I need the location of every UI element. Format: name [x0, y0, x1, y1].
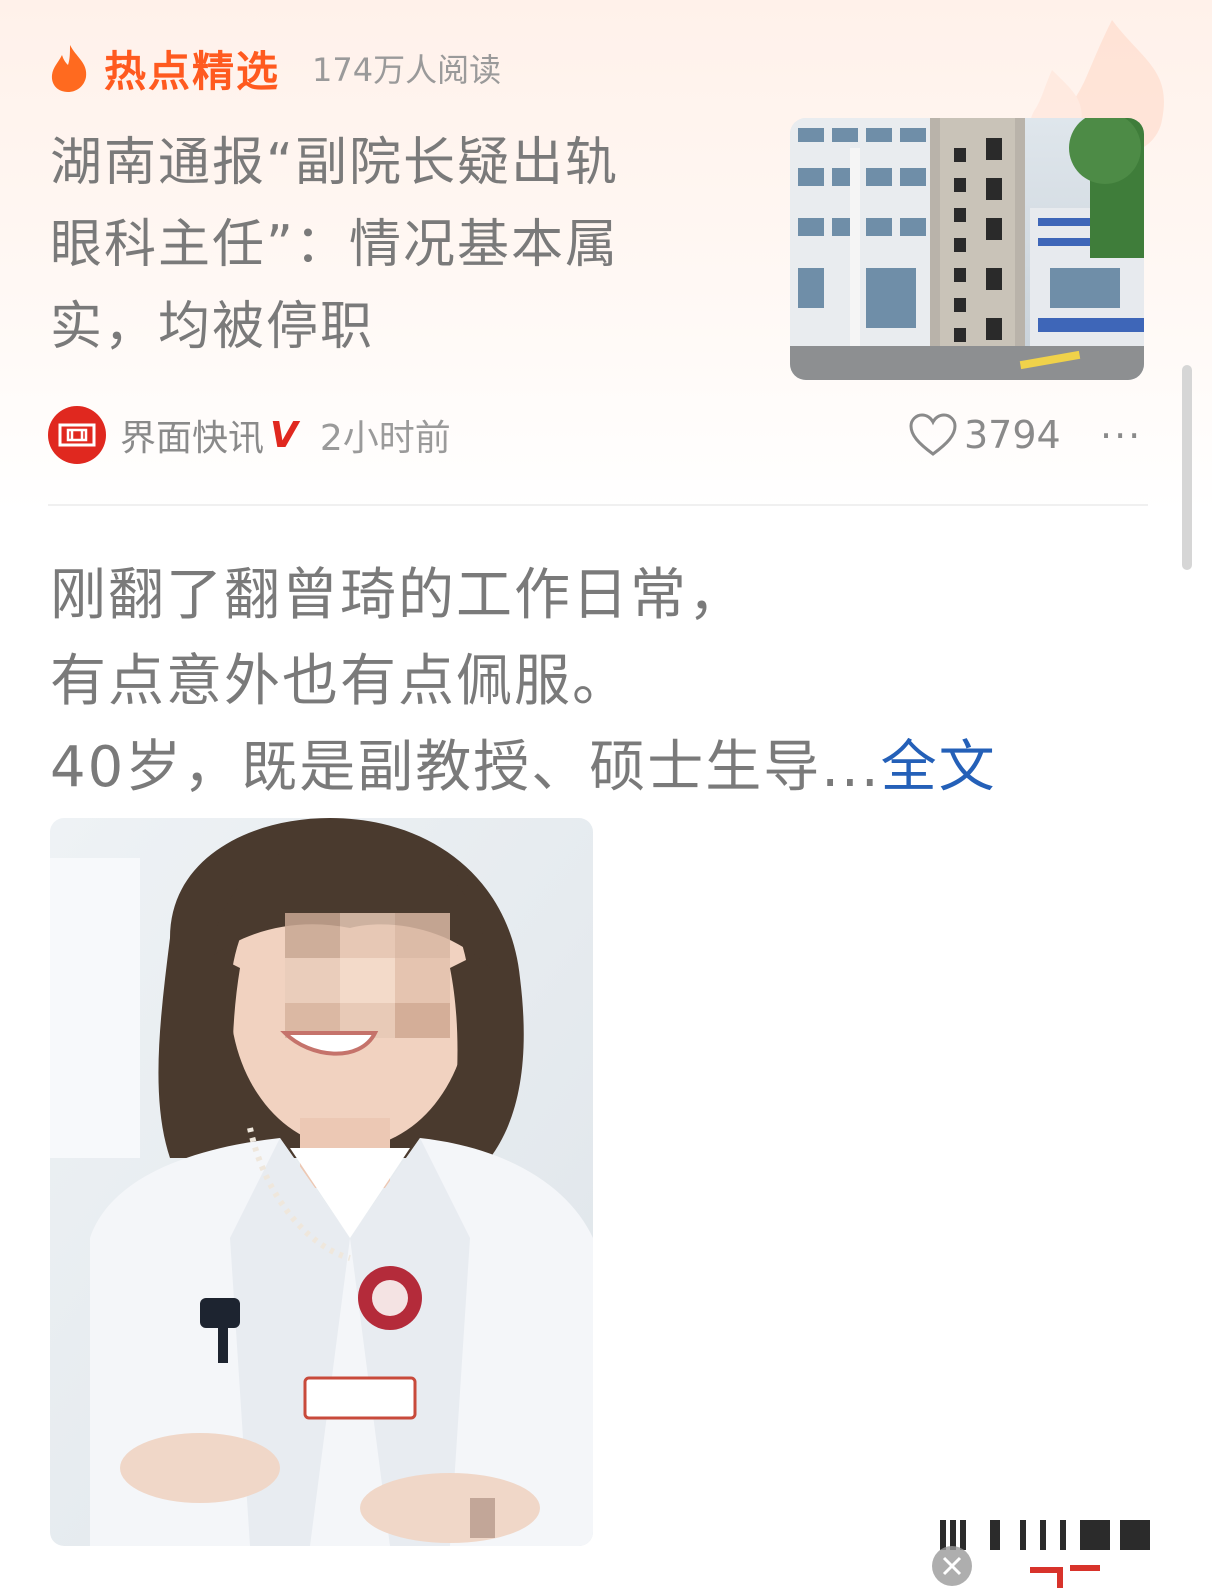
jiemian-logo-icon [58, 423, 96, 447]
news-headline[interactable]: 湖南通报“副院长疑出轨 眼科主任”：情况基本属 实，均被停职 [50, 122, 730, 368]
post-photo[interactable] [50, 818, 593, 1546]
more-options-icon[interactable]: ··· [1100, 414, 1142, 458]
post-line: 有点意外也有点佩服。 [50, 649, 630, 714]
headline-line: 眼科主任”：情况基本属 [50, 215, 619, 275]
hot-section-title: 热点精选 [104, 46, 281, 96]
heart-icon [909, 413, 957, 456]
news-meta-row: 界面快讯 V 2小时前 3794 ··· [48, 404, 1148, 466]
like-button[interactable]: 3794 [908, 404, 1061, 466]
like-count: 3794 [964, 413, 1061, 457]
full-text-link[interactable]: 全文 [881, 735, 997, 800]
headline-line: 湖南通报“副院长疑出轨 [50, 133, 619, 193]
post-line-text: 40岁，既是副教授、硕士生导... [50, 735, 881, 800]
source-name[interactable]: 界面快讯 [120, 409, 264, 461]
headline-line: 实，均被停职 [50, 297, 375, 357]
divider [48, 504, 1148, 506]
watermark-logo [932, 1520, 1150, 1588]
news-thumbnail[interactable] [790, 118, 1144, 380]
hot-header: 热点精选 174万人阅读 [48, 40, 501, 96]
source-logo[interactable] [48, 406, 106, 464]
hospital-building-image [790, 118, 1144, 380]
verified-badge: V [270, 414, 298, 456]
post-line-last: 40岁，既是副教授、硕士生导...全文 [50, 725, 1160, 811]
hot-picks-card[interactable]: 热点精选 174万人阅读 湖南通报“副院长疑出轨 眼科主任”：情况基本属 实，均… [0, 0, 1212, 512]
post-line: 刚翻了翻曾琦的工作日常， [50, 563, 746, 628]
doctor-portrait-image [50, 818, 593, 1546]
flame-icon [51, 45, 87, 92]
post-body[interactable]: 刚翻了翻曾琦的工作日常， 有点意外也有点佩服。 40岁，既是副教授、硕士生导..… [50, 553, 1160, 811]
scrollbar[interactable] [1182, 365, 1192, 570]
publish-time: 2小时前 [319, 418, 451, 459]
read-count: 174万人阅读 [312, 51, 502, 89]
